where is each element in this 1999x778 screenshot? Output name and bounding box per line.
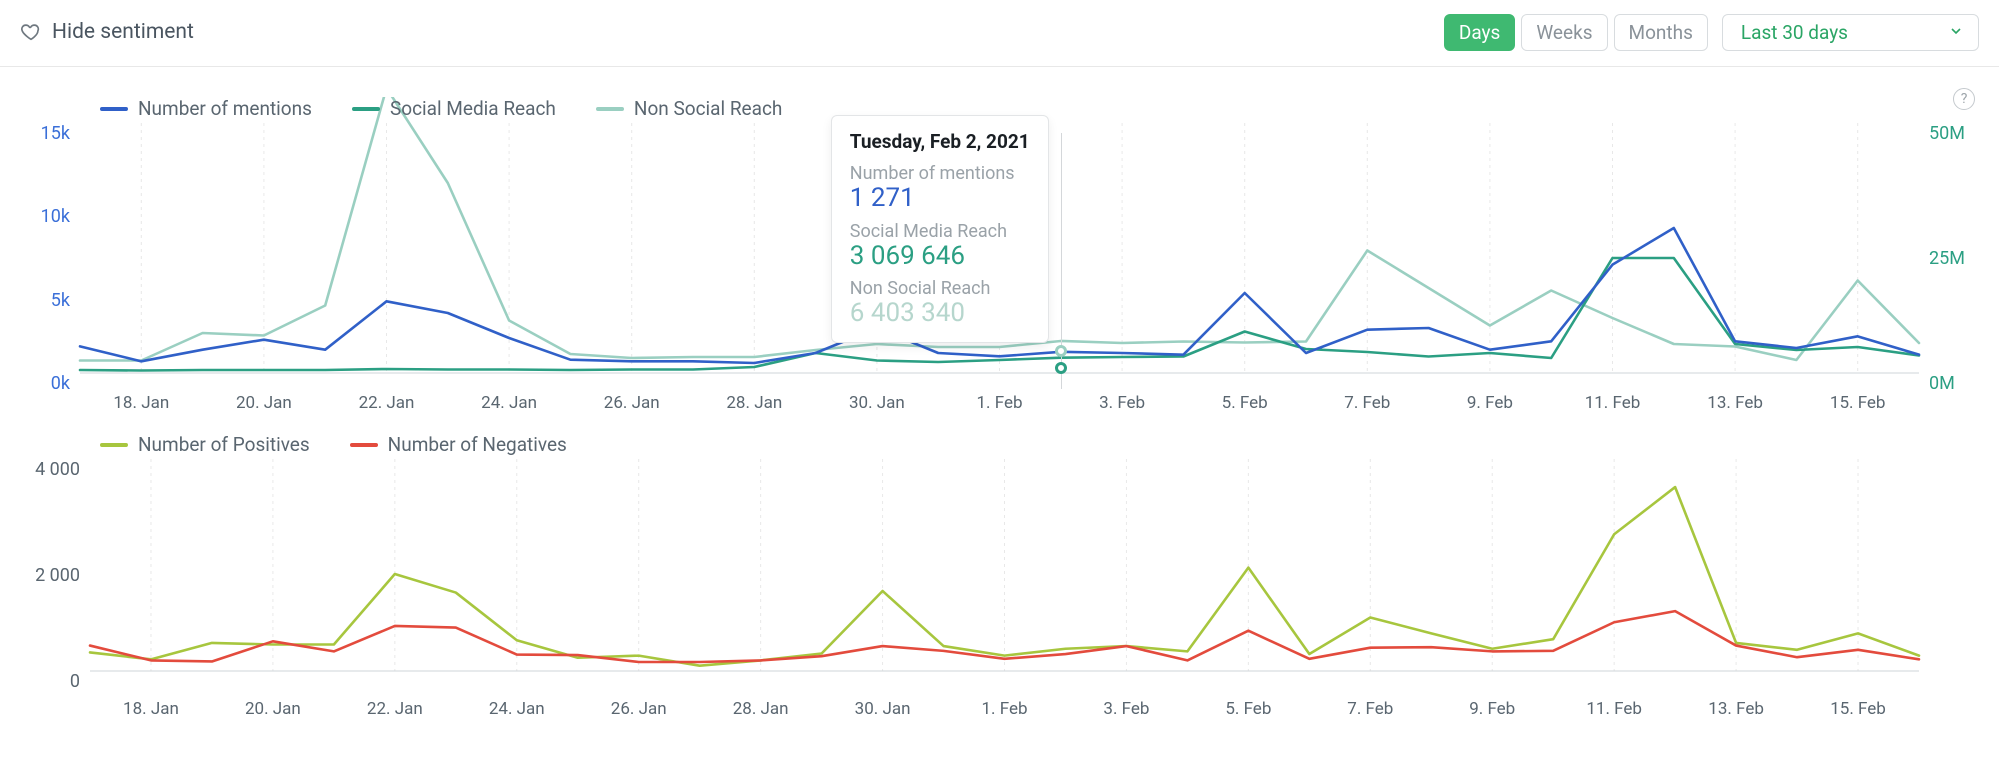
- hide-sentiment-button[interactable]: Hide sentiment: [20, 20, 194, 44]
- x-tick: 28. Jan: [733, 699, 789, 719]
- hide-sentiment-label: Hide sentiment: [52, 20, 194, 44]
- tooltip-date: Tuesday, Feb 2, 2021: [850, 130, 1030, 153]
- x-tick: 13. Feb: [1707, 393, 1763, 413]
- tab-weeks[interactable]: Weeks: [1521, 14, 1607, 51]
- legend-social[interactable]: Social Media Reach: [352, 97, 556, 120]
- tab-days[interactable]: Days: [1444, 14, 1515, 51]
- y-tick-left: 15k: [41, 123, 70, 144]
- mentions-reach-chart: Number of mentions Social Media Reach No…: [20, 97, 1979, 417]
- x-tick: 3. Feb: [1103, 699, 1149, 719]
- y-tick-left: 0k: [51, 373, 70, 394]
- legend-nonsocial[interactable]: Non Social Reach: [596, 97, 782, 120]
- x-tick: 9. Feb: [1469, 699, 1515, 719]
- y-tick: 2 000: [35, 565, 80, 586]
- x-tick: 18. Jan: [123, 699, 179, 719]
- x-tick: 24. Jan: [481, 393, 537, 413]
- legend-negatives[interactable]: Number of Negatives: [350, 433, 567, 456]
- tab-months[interactable]: Months: [1614, 14, 1708, 51]
- x-tick: 18. Jan: [113, 393, 169, 413]
- legend-mentions[interactable]: Number of mentions: [100, 97, 312, 120]
- toolbar: Hide sentiment Days Weeks Months Last 30…: [20, 0, 1979, 60]
- y-tick: 0: [70, 671, 80, 692]
- x-tick: 9. Feb: [1467, 393, 1513, 413]
- x-tick: 26. Jan: [604, 393, 660, 413]
- x-tick: 1. Feb: [981, 699, 1027, 719]
- x-tick: 5. Feb: [1225, 699, 1271, 719]
- heart-icon: [20, 21, 42, 43]
- y-tick-right: 25M: [1929, 248, 1965, 269]
- legend-positives[interactable]: Number of Positives: [100, 433, 310, 456]
- y-tick: 4 000: [35, 459, 80, 480]
- x-tick: 5. Feb: [1222, 393, 1268, 413]
- divider: [0, 66, 1999, 67]
- tooltip-mentions-value: 1 271: [850, 184, 1030, 213]
- chart-tooltip: Tuesday, Feb 2, 2021 Number of mentions …: [831, 115, 1049, 343]
- x-tick: 26. Jan: [611, 699, 667, 719]
- y-tick-right: 50M: [1929, 123, 1965, 144]
- x-tick: 11. Feb: [1585, 393, 1641, 413]
- tooltip-social-value: 3 069 646: [850, 242, 1030, 271]
- x-tick: 30. Jan: [855, 699, 911, 719]
- x-tick: 3. Feb: [1099, 393, 1145, 413]
- x-tick: 20. Jan: [236, 393, 292, 413]
- x-tick: 7. Feb: [1347, 699, 1393, 719]
- x-tick: 7. Feb: [1344, 393, 1390, 413]
- x-tick: 22. Jan: [367, 699, 423, 719]
- x-tick: 11. Feb: [1586, 699, 1642, 719]
- y-tick-left: 5k: [51, 290, 70, 311]
- x-tick: 28. Jan: [726, 393, 782, 413]
- tooltip-nonsocial-value: 6 403 340: [850, 299, 1030, 328]
- date-range-label: Last 30 days: [1741, 21, 1848, 44]
- x-tick: 24. Jan: [489, 699, 545, 719]
- x-tick: 20. Jan: [245, 699, 301, 719]
- x-tick: 22. Jan: [359, 393, 415, 413]
- sentiment-chart: Number of Positives Number of Negatives …: [20, 433, 1979, 723]
- y-tick-left: 10k: [41, 206, 70, 227]
- y-tick-right: 0M: [1929, 373, 1955, 394]
- x-tick: 1. Feb: [976, 393, 1022, 413]
- x-tick: 30. Jan: [849, 393, 905, 413]
- date-range-dropdown[interactable]: Last 30 days: [1722, 14, 1979, 51]
- x-tick: 13. Feb: [1708, 699, 1764, 719]
- x-tick: 15. Feb: [1830, 393, 1886, 413]
- x-tick: 15. Feb: [1830, 699, 1886, 719]
- chevron-down-icon: [1948, 21, 1964, 44]
- granularity-tabs: Days Weeks Months: [1444, 14, 1708, 51]
